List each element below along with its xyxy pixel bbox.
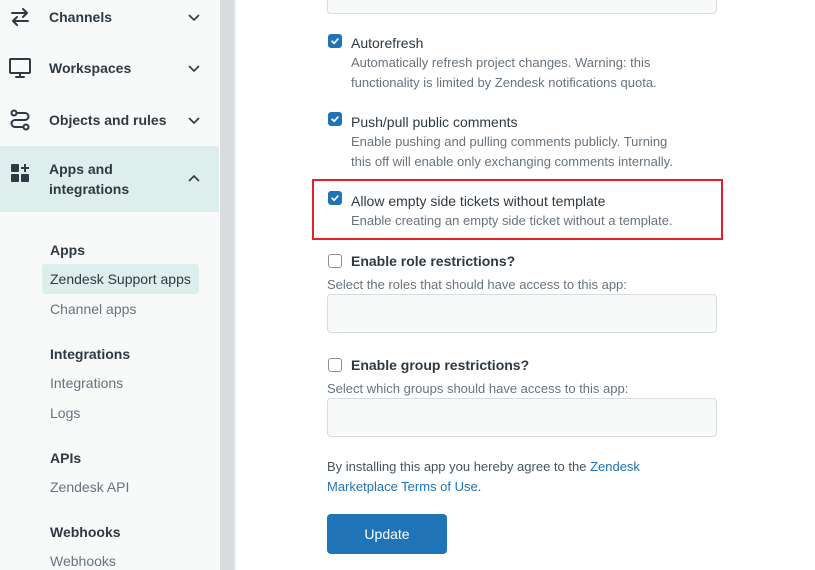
section-heading-webhooks: Webhooks <box>50 524 121 540</box>
sidebar: Channels Workspaces Objects and rules Ap… <box>0 0 219 570</box>
empty-side-tickets-label[interactable]: Allow empty side tickets without templat… <box>351 191 605 211</box>
agree-suffix-text: . <box>477 479 482 494</box>
nav-label-channels: Channels <box>49 9 113 25</box>
autorefresh-hint-line2: functionality is limited by Zendesk noti… <box>351 75 657 90</box>
nav-item-objects-and-rules[interactable]: Objects and rules <box>0 104 219 136</box>
nav-item-workspaces[interactable]: Workspaces <box>0 52 219 84</box>
role-restrictions-hint: Select the roles that should have access… <box>327 277 627 292</box>
scrollbar[interactable] <box>220 0 234 570</box>
autorefresh-hint-line1: Automatically refresh project changes. W… <box>351 55 651 70</box>
nav-item-channels[interactable]: Channels <box>0 2 219 32</box>
push-pull-checkbox[interactable] <box>328 112 342 126</box>
empty-side-tickets-checkbox[interactable] <box>328 191 342 205</box>
sidebar-link-channel-apps[interactable]: Channel apps <box>50 299 136 319</box>
text-field-above[interactable] <box>327 0 717 14</box>
terms-link-part2: Marketplace Terms of Use <box>327 479 478 494</box>
push-pull-label[interactable]: Push/pull public comments <box>351 112 518 132</box>
group-restrictions-label[interactable]: Enable group restrictions? <box>351 355 529 375</box>
chevron-down-icon <box>188 65 200 73</box>
chevron-down-icon <box>188 14 200 22</box>
groups-select-field[interactable] <box>327 398 717 437</box>
route-icon <box>6 106 34 134</box>
nav-label-apps-line2: integrations <box>49 181 130 197</box>
update-button[interactable]: Update <box>327 514 447 554</box>
role-restrictions-label[interactable]: Enable role restrictions? <box>351 251 515 271</box>
roles-select-field[interactable] <box>327 294 717 333</box>
chevron-down-icon <box>188 117 200 125</box>
checkmark-icon <box>331 195 339 202</box>
autorefresh-checkbox[interactable] <box>328 34 342 48</box>
section-heading-apps: Apps <box>50 242 85 258</box>
section-heading-integrations: Integrations <box>50 346 131 362</box>
app-settings-panel: Autorefresh Automatically refresh projec… <box>236 0 815 570</box>
autorefresh-label[interactable]: Autorefresh <box>351 33 423 53</box>
role-restrictions-checkbox[interactable] <box>328 254 342 268</box>
nav-item-apps-and-integrations[interactable]: Apps and integrations <box>0 146 219 212</box>
section-heading-apis: APIs <box>50 450 82 466</box>
sidebar-link-zendesk-api[interactable]: Zendesk API <box>50 477 129 497</box>
group-restrictions-hint: Select which groups should have access t… <box>327 381 629 396</box>
checkmark-icon <box>331 116 339 123</box>
push-pull-hint-line1: Enable pushing and pulling comments publ… <box>351 134 668 149</box>
checkmark-icon <box>331 38 339 45</box>
push-pull-hint-line2: this off will enable only exchanging com… <box>351 154 673 169</box>
empty-side-tickets-hint: Enable creating an empty side ticket wit… <box>351 213 673 228</box>
sidebar-link-zendesk-support-apps[interactable]: Zendesk Support apps <box>42 264 199 294</box>
agree-prefix-text: By installing this app you hereby agree … <box>327 459 591 474</box>
chevron-up-icon <box>188 174 200 182</box>
grid-plus-icon <box>6 159 34 187</box>
sidebar-link-webhooks[interactable]: Webhooks <box>50 551 116 570</box>
nav-label-objects-and-rules: Objects and rules <box>49 112 167 128</box>
terms-link-part1: Zendesk <box>590 459 640 474</box>
arrows-swap-icon <box>6 3 34 31</box>
sidebar-link-logs[interactable]: Logs <box>50 403 80 423</box>
sidebar-link-integrations[interactable]: Integrations <box>50 373 123 393</box>
group-restrictions-checkbox[interactable] <box>328 358 342 372</box>
monitor-icon <box>6 54 34 82</box>
nav-label-apps-line1: Apps and <box>49 161 113 177</box>
terms-agreement-text: By installing this app you hereby agree … <box>327 457 687 497</box>
nav-label-workspaces: Workspaces <box>49 60 132 76</box>
